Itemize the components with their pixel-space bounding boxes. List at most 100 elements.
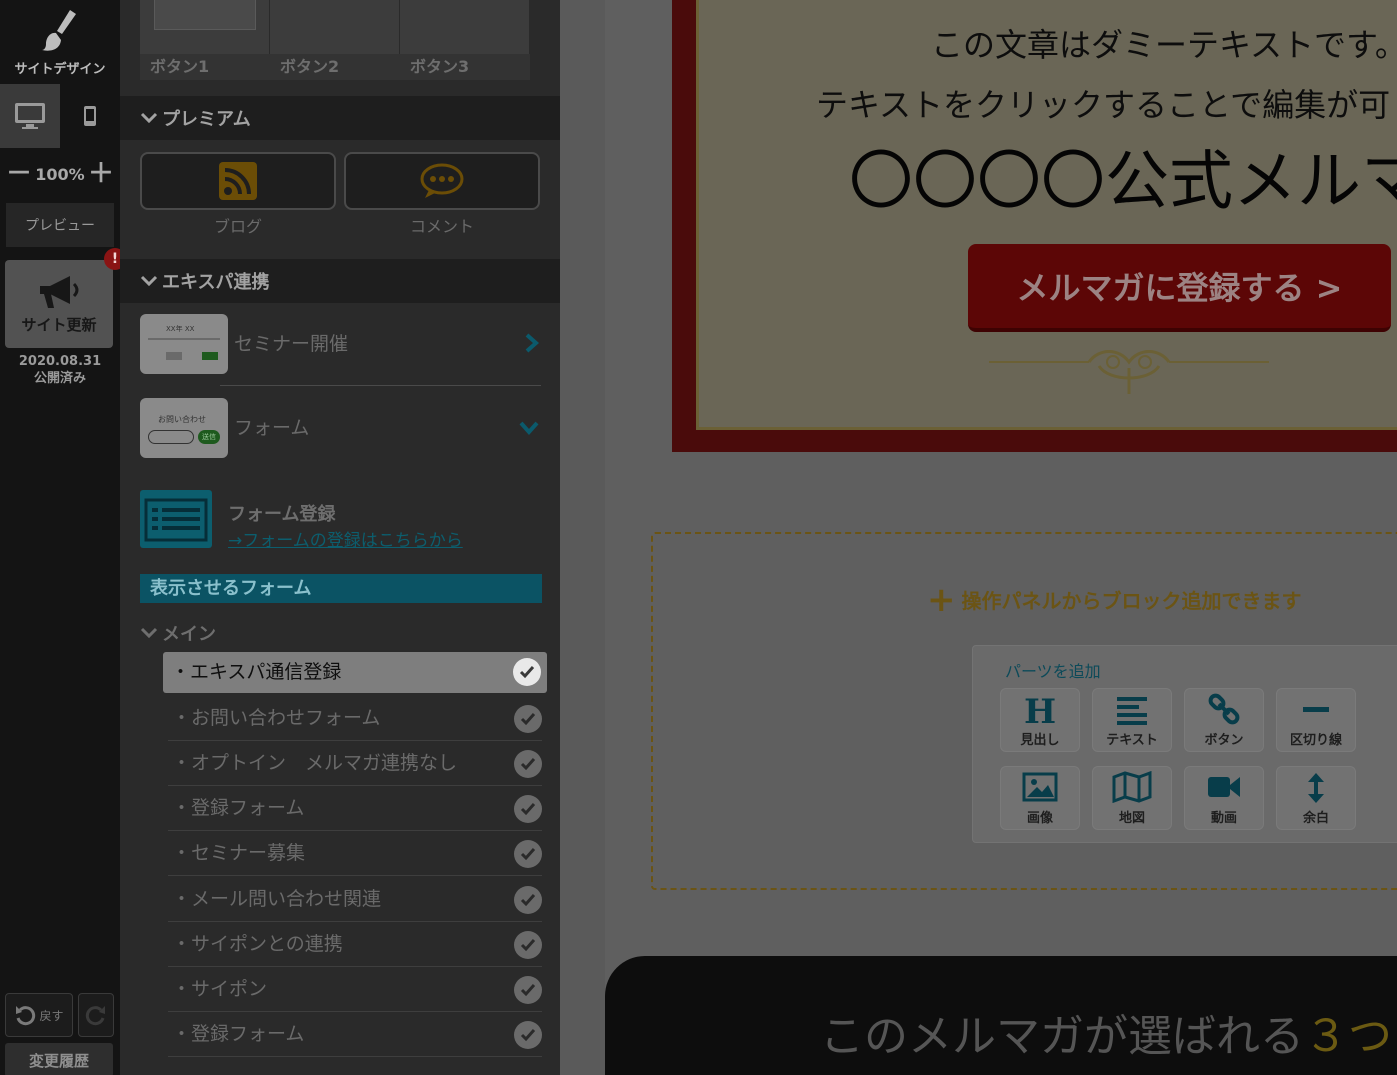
- form-list-icon: [140, 490, 212, 548]
- add-block-hint-text: 操作パネルからブロック追加できます: [961, 589, 1302, 613]
- chevron-down-icon[interactable]: [518, 420, 540, 436]
- form-list-item[interactable]: ・エキスパ通信登録: [163, 652, 547, 693]
- blog-part-button[interactable]: [140, 152, 336, 210]
- mobile-icon: [84, 106, 96, 126]
- premium-section-header[interactable]: プレミアム: [120, 96, 560, 140]
- form-register-link[interactable]: →フォームの登録はこちらから: [228, 526, 463, 551]
- add-video-label: 動画: [1210, 811, 1237, 826]
- video-icon: [1185, 767, 1263, 807]
- premium-heading: プレミアム: [162, 109, 251, 130]
- form-list-item[interactable]: ・サイポンとの連携: [168, 922, 542, 967]
- svg-text:H: H: [1024, 693, 1056, 727]
- spacing-icon: [1277, 767, 1355, 807]
- map-icon: [1093, 767, 1171, 807]
- link-icon: [1185, 689, 1263, 729]
- button-style-label: ボタン3: [400, 54, 530, 80]
- form-list-item[interactable]: ・オプトイン メルマガ連携なし: [168, 741, 542, 786]
- form-list-item-label: ・サイポンとの連携: [172, 933, 343, 955]
- form-part-item[interactable]: お問い合わせ 送信 フォーム: [140, 398, 540, 460]
- hero-section[interactable]: この文章はダミーテキストです。 テキストをクリックすることで編集が可 〇〇〇〇公…: [672, 0, 1397, 452]
- add-image-button[interactable]: 画像: [1000, 766, 1080, 830]
- button-style-tile-3[interactable]: ボタン3: [400, 0, 530, 80]
- undo-button[interactable]: 戻す: [5, 993, 73, 1037]
- display-form-header: 表示させるフォーム: [140, 574, 542, 603]
- desktop-view-button[interactable]: [0, 84, 60, 148]
- hero-headline[interactable]: 〇〇〇〇公式メルマ: [849, 130, 1397, 222]
- button-style-label: ボタン1: [140, 54, 270, 80]
- form-register-title: フォーム登録: [228, 504, 336, 525]
- site-design-button[interactable]: サイトデザイン: [0, 0, 120, 80]
- check-circle-icon: [513, 658, 541, 686]
- cta-button[interactable]: メルマガに登録する >: [968, 244, 1391, 332]
- hero-frame: この文章はダミーテキストです。 テキストをクリックすることで編集が可 〇〇〇〇公…: [696, 0, 1397, 430]
- form-list-item-label: ・サイポン: [172, 978, 268, 1000]
- hero-text-line-2[interactable]: テキストをクリックすることで編集が可: [816, 80, 1390, 126]
- features-heading[interactable]: このメルマガが選ばれる３つ: [820, 1000, 1392, 1064]
- add-spacing-label: 余白: [1302, 811, 1329, 826]
- button-style-tile-1[interactable]: ボタン1: [140, 0, 270, 80]
- check-circle-icon: [514, 976, 542, 1004]
- form-list-item[interactable]: ・お問い合わせフォーム: [168, 696, 542, 741]
- site-update-button[interactable]: サイト更新: [5, 260, 113, 348]
- add-button-label: ボタン: [1204, 733, 1244, 748]
- seminar-part-item[interactable]: XX年 XX セミナー開催: [140, 314, 540, 376]
- form-list-item-label: ・オプトイン メルマガ連携なし: [172, 752, 458, 774]
- comment-part-button[interactable]: [344, 152, 540, 210]
- button-style-label: ボタン2: [270, 54, 400, 80]
- check-circle-icon: [514, 705, 542, 733]
- seminar-thumbnail: XX年 XX: [140, 314, 228, 374]
- publish-date: 2020.08.31: [18, 354, 102, 369]
- desktop-icon: [15, 103, 45, 129]
- form-list-item[interactable]: ・登録フォーム: [168, 786, 542, 831]
- button-style-tile-2[interactable]: ボタン2: [270, 0, 400, 80]
- form-list-item-label: ・お問い合わせフォーム: [172, 707, 381, 729]
- add-spacing-button[interactable]: 余白: [1276, 766, 1356, 830]
- hero-text-line-1[interactable]: この文章はダミーテキストです。: [931, 20, 1397, 66]
- check-circle-icon: [514, 931, 542, 959]
- add-button-button[interactable]: ボタン: [1184, 688, 1264, 752]
- add-video-button[interactable]: 動画: [1184, 766, 1264, 830]
- form-list-item[interactable]: ・メール問い合わせ関連: [168, 877, 542, 922]
- chevron-right-icon[interactable]: [524, 332, 540, 354]
- form-list-item[interactable]: ・サイポン: [168, 967, 542, 1012]
- undo-icon: [16, 1006, 36, 1026]
- form-list-item-label: ・セミナー募集: [172, 842, 306, 864]
- add-text-button[interactable]: テキスト: [1092, 688, 1172, 752]
- page-canvas: この文章はダミーテキストです。 テキストをクリックすることで編集が可 〇〇〇〇公…: [605, 0, 1397, 1075]
- main-group-header[interactable]: メイン: [140, 620, 216, 646]
- mobile-view-button[interactable]: [60, 84, 120, 148]
- form-thumbnail: お問い合わせ 送信: [140, 398, 228, 458]
- form-list-item-label: ・メール問い合わせ関連: [172, 888, 382, 910]
- add-heading-button[interactable]: H 見出し: [1000, 688, 1080, 752]
- check-circle-icon: [514, 795, 542, 823]
- site-update-label: サイト更新: [21, 316, 97, 334]
- add-heading-label: 見出し: [1020, 733, 1060, 748]
- text-lines-icon: [1093, 689, 1171, 729]
- ornament-divider-icon: [989, 350, 1269, 394]
- seminar-thumb-text: XX年 XX: [166, 325, 195, 333]
- add-block-hint: + 操作パネルからブロック追加できます: [927, 579, 1302, 620]
- add-divider-button[interactable]: 区切り線: [1276, 688, 1356, 752]
- expa-section-header[interactable]: エキスパ連携: [120, 259, 560, 303]
- redo-button[interactable]: [78, 993, 114, 1037]
- change-history-button[interactable]: 変更履歴: [5, 1043, 113, 1075]
- button-style-thumb: [154, 0, 256, 30]
- undo-label: 戻す: [39, 1008, 64, 1023]
- zoom-out-button[interactable]: －: [6, 161, 32, 187]
- heading-icon: H: [1001, 689, 1079, 732]
- add-text-label: テキスト: [1106, 733, 1158, 748]
- zoom-level: 100%: [35, 164, 85, 184]
- form-thumb-send-button: 送信: [198, 430, 220, 444]
- add-map-button[interactable]: 地図: [1092, 766, 1172, 830]
- preview-button[interactable]: プレビュー: [6, 203, 114, 247]
- form-list-item[interactable]: ・セミナー募集: [168, 831, 542, 876]
- plus-icon: +: [927, 579, 956, 620]
- check-circle-icon: [514, 750, 542, 778]
- chevron-down-icon: [140, 627, 158, 639]
- features-heading-text: このメルマガが選ばれる: [820, 1011, 1304, 1062]
- megaphone-icon: [40, 276, 79, 308]
- form-list-item-label: ・エキスパ通信登録: [171, 661, 342, 683]
- rss-icon: [219, 162, 257, 200]
- zoom-in-button[interactable]: ＋: [88, 161, 114, 187]
- form-list-item[interactable]: ・登録フォーム: [168, 1012, 542, 1057]
